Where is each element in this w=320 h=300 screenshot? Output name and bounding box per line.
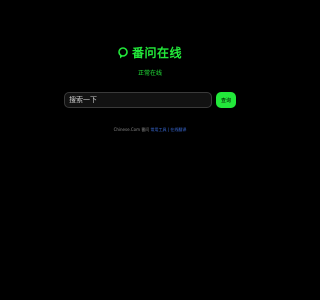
chat-bubble-icon [118,46,128,58]
footer: Chinese.Com 番问 常用工具 | 在线翻译 [0,127,300,133]
search-input[interactable] [64,92,212,108]
brand-header: 番问在线 [0,44,300,61]
status-text: 正常在线 [137,70,162,77]
page: 番问在线 正常在线 查询 Chinese.Com 番问 常用工具 | 在线翻译 [0,0,300,300]
footer-links[interactable]: 常用工具 | 在线翻译 [151,127,187,132]
search-bar: 查询 [64,92,236,108]
footer-copyright: Chinese.Com 番问 [113,127,150,132]
search-button[interactable]: 查询 [216,92,236,108]
site-title: 番问在线 [131,46,182,60]
